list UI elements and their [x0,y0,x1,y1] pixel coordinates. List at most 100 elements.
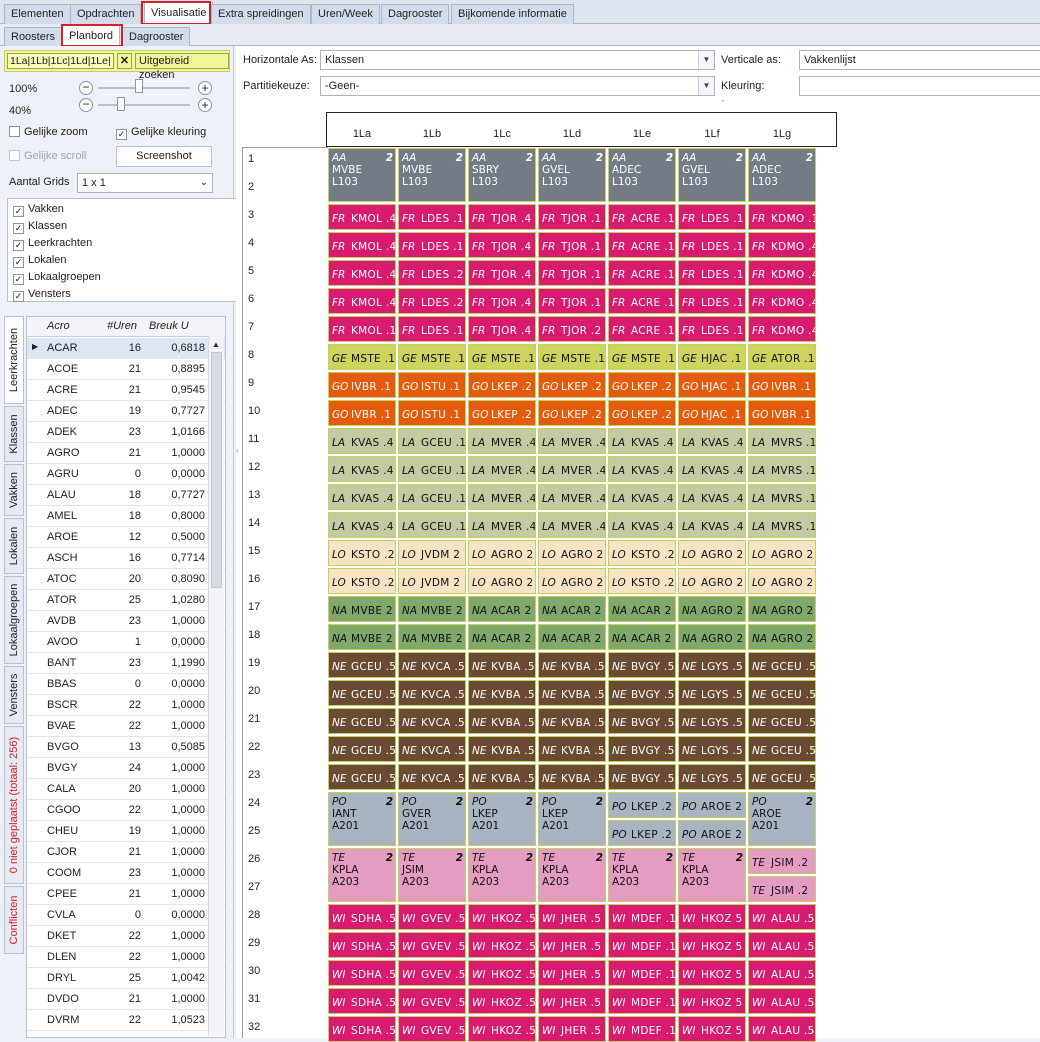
lesson-block[interactable]: NE KVCA .5 [398,764,466,790]
lesson-block[interactable]: TE JSIM .2 [748,848,816,874]
column-header-1La[interactable]: 1La [327,128,397,140]
lesson-block[interactable]: NE BVGY .5 [608,652,676,678]
table-row[interactable]: ▶ ACAR 16 0,6818 [27,338,225,359]
lesson-block[interactable]: NA ACAR 2 [608,596,676,622]
side-tab-lokalen[interactable]: Lokalen [4,518,24,574]
lesson-block[interactable]: TE JSIM .2 [748,876,816,902]
lesson-block[interactable]: WI SDHA .5 [328,960,396,986]
lesson-block[interactable]: AA 2 ADEC L103 [608,148,676,202]
vertical-axis-select[interactable]: Vakkenlijst [799,50,1040,70]
lesson-block[interactable]: NE GCEU .5 [328,652,396,678]
lesson-block[interactable]: GE HJAC .1 [678,344,746,370]
collapse-arrow-icon[interactable]: ‹ [236,446,239,455]
lesson-block[interactable]: FR KMOL .1 [328,316,396,342]
tab-dagrooster-sub[interactable]: Dagrooster [122,27,191,47]
lesson-block[interactable]: GE MSTE .1 [608,344,676,370]
lesson-block[interactable]: LA KVAS .4 [608,428,676,454]
lesson-block[interactable]: FR TJOR .1 [538,232,606,258]
lesson-block[interactable]: LA MVRS .1 [748,484,816,510]
lesson-block[interactable]: NE KVBA .5 [468,708,536,734]
lesson-block[interactable]: FR ACRE .1 [608,260,676,286]
table-row[interactable]: BVGY 24 1,0000 [27,758,225,779]
table-row[interactable]: ADEK 23 1,0166 [27,422,225,443]
lesson-block[interactable]: LA KVAS .4 [328,512,396,538]
lesson-block[interactable]: GO LKEP .2 [538,372,606,398]
lesson-block[interactable]: LA GCEU .1 [398,428,466,454]
table-scrollbar[interactable]: ▲ [208,336,224,1036]
lesson-block[interactable]: FR TJOR .4 [468,260,536,286]
table-row[interactable]: AMEL 18 0,8000 [27,506,225,527]
lesson-block[interactable]: WI ALAU .5 [748,1016,816,1042]
lesson-block[interactable]: FR KMOL .4 [328,260,396,286]
tab-planbord[interactable]: Planbord [62,25,121,47]
lesson-block[interactable]: TE 2 KPLA A203 [468,848,536,902]
layer-vensters[interactable]: ✓ Vensters [13,288,71,302]
side-tab-vakken[interactable]: Vakken [4,464,24,516]
lesson-block[interactable]: LA KVAS .4 [678,484,746,510]
lesson-block[interactable]: WI ALAU .5 [748,960,816,986]
table-row[interactable]: CJOR 21 1,0000 [27,842,225,863]
lesson-block[interactable]: NA MVBE 2 [328,596,396,622]
lesson-block[interactable]: WI ALAU .5 [748,904,816,930]
lesson-block[interactable]: NE LGYS .5 [678,764,746,790]
lesson-block[interactable]: NE GCEU .5 [748,736,816,762]
lesson-block[interactable]: LA GCEU .1 [398,484,466,510]
lesson-block[interactable]: LA KVAS .4 [608,484,676,510]
lesson-block[interactable]: NA ACAR 2 [468,596,536,622]
table-row[interactable]: AVOO 1 0,0000 [27,632,225,653]
class-filter-chips[interactable]: 1La|1Lb|1Lc|1Ld|1Le| [7,53,114,69]
lesson-block[interactable]: FR TJOR .1 [538,260,606,286]
zoom-in-icon[interactable]: + [198,98,212,112]
lesson-block[interactable]: LA MVER .4 [468,512,536,538]
lesson-block[interactable]: WI MDEF .1 [608,960,676,986]
lesson-block[interactable]: FR LDES .1 [678,260,746,286]
lesson-block[interactable]: WI SDHA .5 [328,1016,396,1042]
table-row[interactable]: BVAE 22 1,0000 [27,716,225,737]
scroll-thumb[interactable] [211,352,222,588]
lesson-block[interactable]: LO AGRO 2 [678,568,746,594]
lesson-block[interactable]: GO LKEP .2 [468,372,536,398]
tab-roosters[interactable]: Roosters [4,27,63,47]
lesson-block[interactable]: GO ISTU .1 [398,372,466,398]
lesson-block[interactable]: PO AROE 2 [678,792,746,818]
lesson-block[interactable]: NE KVBA .5 [538,680,606,706]
column-header-1Lg[interactable]: 1Lg [747,128,817,140]
side-tab-leerkrachten[interactable]: Leerkrachten [4,316,24,404]
lesson-block[interactable]: FR ACRE .1 [608,316,676,342]
lesson-block[interactable]: TE 2 KPLA A203 [608,848,676,902]
lesson-block[interactable]: PO 2 LKEP A201 [468,792,536,846]
zoom-out-icon[interactable]: − [79,98,93,112]
horizontal-axis-select[interactable]: Klassen ▼ [320,50,715,70]
lesson-block[interactable]: WI ALAU .5 [748,988,816,1014]
lesson-block[interactable]: WI HKOZ .5 [468,988,536,1014]
table-row[interactable]: ADEC 19 0,7727 [27,401,225,422]
side-tab-lokaalgroepen[interactable]: Lokaalgroepen [4,576,24,664]
lesson-block[interactable]: LA MVER .4 [538,428,606,454]
lesson-block[interactable]: WI MDEF .1 [608,904,676,930]
lesson-block[interactable]: FR LDES .1 [678,316,746,342]
uitgebreid-zoeken-button[interactable]: Uitgebreid zoeken [135,53,229,81]
lesson-block[interactable]: FR TJOR .4 [468,288,536,314]
lesson-block[interactable]: GO LKEP .2 [608,400,676,426]
zoom-2-slider-thumb[interactable] [117,97,125,111]
tab-opdrachten[interactable]: Opdrachten [70,4,142,24]
lesson-block[interactable]: NE GCEU .5 [328,736,396,762]
table-row[interactable]: ASCH 16 0,7714 [27,548,225,569]
lesson-block[interactable]: NE LGYS .5 [678,680,746,706]
lesson-block[interactable]: WI JHER .5 [538,904,606,930]
lesson-block[interactable]: LO AGRO 2 [468,568,536,594]
table-row[interactable]: DRYL 25 1,0042 [27,968,225,989]
column-header-1Ld[interactable]: 1Ld [537,128,607,140]
lesson-block[interactable]: FR TJOR .4 [468,232,536,258]
lesson-block[interactable]: LA MVRS .1 [748,512,816,538]
lesson-block[interactable]: PO 2 LKEP A201 [538,792,606,846]
table-row[interactable]: DVRM 22 1,0523 [27,1010,225,1031]
lesson-block[interactable]: WI JHER .5 [538,1016,606,1042]
lesson-block[interactable]: NE KVBA .5 [538,736,606,762]
lesson-block[interactable]: GE MSTE .1 [328,344,396,370]
tab-extra-spreidingen[interactable]: Extra spreidingen [211,4,311,24]
same-color-checkbox[interactable]: ✓ Gelijke kleuring [116,126,206,140]
lesson-block[interactable]: WI SDHA .5 [328,904,396,930]
chevron-up-icon[interactable]: ⌃ [720,99,726,107]
lesson-block[interactable]: GO HJAC .1 [678,372,746,398]
